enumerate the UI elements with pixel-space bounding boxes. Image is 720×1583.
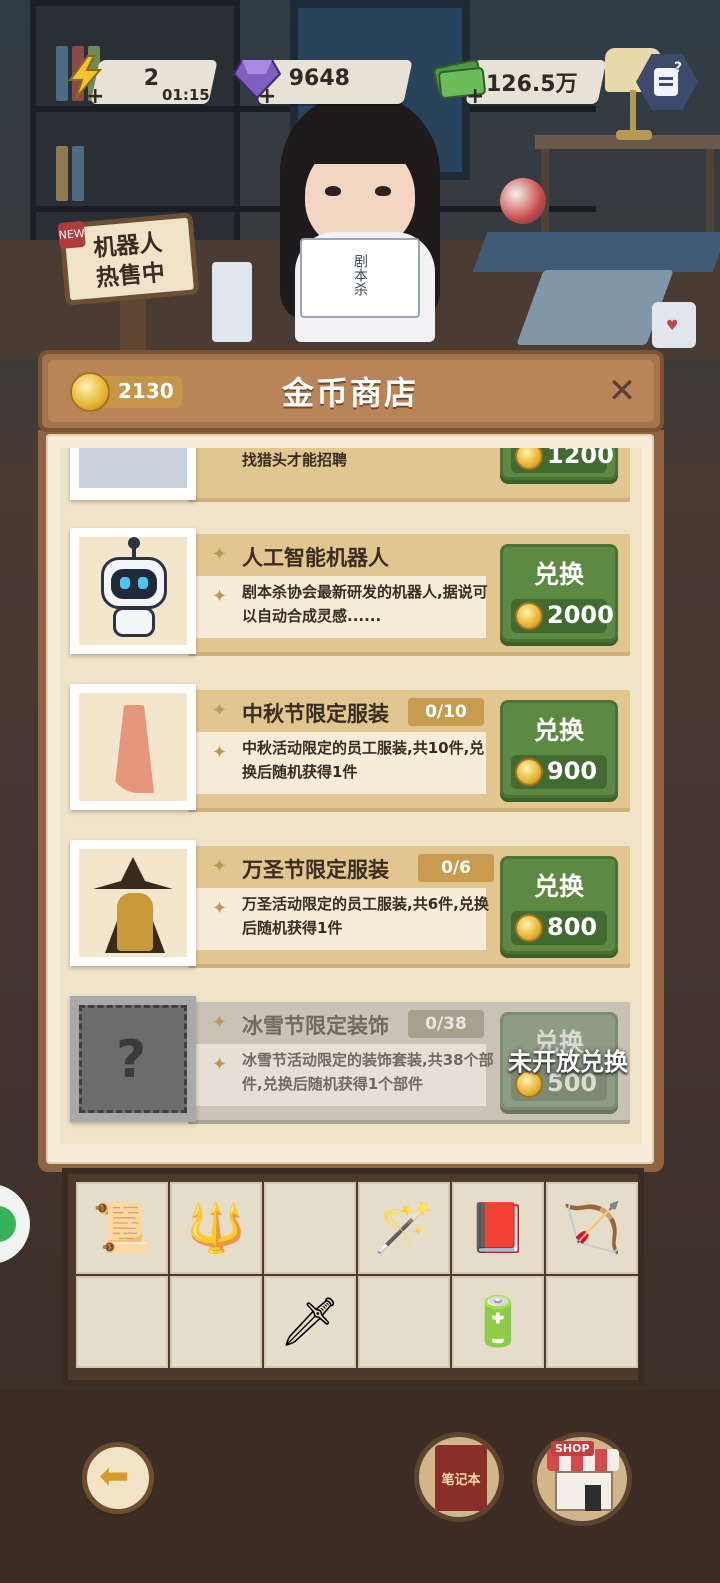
scroll-icon: 📜	[92, 1200, 152, 1256]
inventory-slot[interactable]: 🔋	[452, 1276, 544, 1368]
shop-item-ai-robot: ✦ 人工智能机器人 ✦ 剧本杀协会最新研发的机器人,据说可以自动合成灵感....…	[70, 528, 630, 658]
item-price: 1200	[547, 448, 614, 469]
item-price: 900	[547, 757, 598, 785]
sword-icon: 🗡	[279, 1294, 341, 1350]
shop-item-ice-festival-decor: ? ✦ 冰雪节限定装饰 0/38 ✦ 冰雪节活动限定的装饰套装,共38个部件,兑…	[70, 996, 630, 1126]
exchange-button[interactable]: 1200	[500, 448, 618, 480]
witch-outfit-icon	[79, 849, 187, 957]
progress-badge: 0/38	[408, 1010, 484, 1038]
inventory-slot[interactable]: 🏹	[546, 1182, 638, 1274]
inventory-slot[interactable]	[264, 1182, 356, 1274]
inventory-slot[interactable]: 📜	[76, 1182, 168, 1274]
inventory-slot[interactable]: 🔱	[170, 1182, 262, 1274]
staff-icon: 🔱	[186, 1200, 246, 1256]
inventory-slot[interactable]	[358, 1276, 450, 1368]
progress-badge: 0/10	[408, 698, 484, 726]
item-title: 人工智能机器人	[242, 546, 389, 570]
star-icon: ✦	[212, 586, 228, 607]
exchange-button[interactable]: 兑换 800	[500, 856, 618, 954]
notebook-label: 笔记本	[441, 1473, 481, 1488]
mug-icon: ♥	[652, 302, 696, 348]
coin-balance-value: 2130	[118, 379, 174, 403]
item-price: 2000	[547, 601, 614, 629]
inventory-slot[interactable]: 📕	[452, 1182, 544, 1274]
notebook-icon: 笔记本	[435, 1445, 487, 1511]
item-photo: ?	[70, 996, 196, 1122]
back-button[interactable]: ⬅	[82, 1442, 154, 1514]
cash-value: 126.5万	[486, 72, 578, 97]
ball-icon	[500, 178, 546, 224]
exchange-label: 兑换	[533, 716, 584, 745]
star-icon: ✦	[212, 700, 228, 721]
star-icon: ✦	[212, 898, 228, 919]
gem-plus-button[interactable]: +	[258, 84, 276, 109]
item-title: 冰雪节限定装饰	[242, 1014, 389, 1038]
coin-icon	[515, 602, 543, 630]
exchange-label: 兑换	[533, 560, 584, 589]
notebook-button[interactable]: 笔记本	[414, 1432, 504, 1522]
clock-book-icon: 📕	[468, 1200, 528, 1256]
item-title: 中秋节限定服装	[242, 702, 389, 726]
close-button[interactable]: ✕	[602, 372, 642, 412]
inventory-grid: 📜 🔱 🪄 📕 🏹 🗡 🔋	[62, 1168, 644, 1386]
inventory-slot[interactable]	[170, 1276, 262, 1368]
laptop-icon	[516, 270, 674, 345]
item-title: 万圣节限定服装	[242, 858, 389, 882]
star-icon: ✦	[212, 1054, 228, 1075]
coin-icon	[70, 372, 110, 412]
chat-icon	[0, 1206, 16, 1242]
coin-icon	[515, 914, 543, 942]
energy-plus-button[interactable]: +	[86, 84, 104, 109]
inventory-slot[interactable]: 🗡	[264, 1276, 356, 1368]
item-photo	[70, 840, 196, 966]
shop-item-halloween-outfit: ✦ 万圣节限定服装 0/6 ✦ 万圣活动限定的员工服装,共6件,兑换后随机获得1…	[70, 840, 630, 970]
item-photo	[70, 684, 196, 810]
script-book: 剧本杀	[300, 238, 420, 318]
robot-icon	[79, 537, 187, 645]
not-open-label: 未开放兑换	[508, 1048, 628, 1076]
item-description: 万圣活动限定的员工服装,共6件,兑换后随机获得1件	[242, 895, 489, 937]
shop-item-list[interactable]: 找猎头才能招聘 1200 ✦ 人工智能机器人 ✦ 剧本杀协会最新研发的机器人,据…	[60, 448, 642, 1144]
energy-value: 2	[143, 66, 160, 91]
question-mark-icon: ?	[116, 1030, 147, 1090]
star-icon: ✦	[212, 856, 228, 877]
star-icon: ✦	[212, 742, 228, 763]
new-tag: NEW	[57, 220, 86, 249]
star-icon: ✦	[212, 1012, 228, 1033]
inventory-slot[interactable]	[76, 1276, 168, 1368]
item-description: 中秋活动限定的员工服装,共10件,兑换后随机获得1件	[242, 739, 485, 781]
star-icon: ✦	[212, 544, 228, 565]
rug	[472, 232, 720, 272]
crossbow-icon: 🏹	[562, 1200, 622, 1256]
coin-icon	[515, 758, 543, 786]
progress-badge: 0/6	[418, 854, 494, 882]
item-price: 800	[547, 913, 598, 941]
item-description: 找猎头才能招聘	[242, 451, 348, 469]
scepter-icon: 🪄	[374, 1200, 434, 1256]
exchange-label: 兑换	[533, 872, 584, 901]
inventory-slot[interactable]: 🪄	[358, 1182, 450, 1274]
shop-button[interactable]: SHOP	[532, 1432, 632, 1526]
canister-icon: 🔋	[468, 1294, 528, 1350]
exchange-button[interactable]: 兑换 900	[500, 700, 618, 798]
inventory-slot[interactable]	[546, 1276, 638, 1368]
locked-item-placeholder: ?	[79, 1005, 187, 1113]
robot-sale-sign[interactable]: NEW 机器人 热售中	[57, 212, 200, 306]
shop-label: SHOP	[551, 1441, 594, 1456]
energy-timer: 01:15	[162, 86, 210, 104]
item-description: 剧本杀协会最新研发的机器人,据说可以自动合成灵感......	[242, 583, 488, 625]
pencil-cup-icon	[212, 262, 252, 342]
gem-value: 9648	[288, 66, 350, 91]
outfit-icon	[79, 693, 187, 801]
back-arrow-icon: ⬅	[99, 1456, 130, 1497]
item-photo	[70, 528, 196, 654]
cash-plus-button[interactable]: +	[466, 84, 484, 109]
item-description: 冰雪节活动限定的装饰套装,共38个部件,兑换后随机获得1个部件	[242, 1051, 494, 1093]
shop-item-mid-autumn-outfit: ✦ 中秋节限定服装 0/10 ✦ 中秋活动限定的员工服装,共10件,兑换后随机获…	[70, 684, 630, 814]
coin-icon	[515, 448, 543, 470]
exchange-button[interactable]: 兑换 2000	[500, 544, 618, 642]
shop-title: 金币商店	[281, 374, 418, 412]
